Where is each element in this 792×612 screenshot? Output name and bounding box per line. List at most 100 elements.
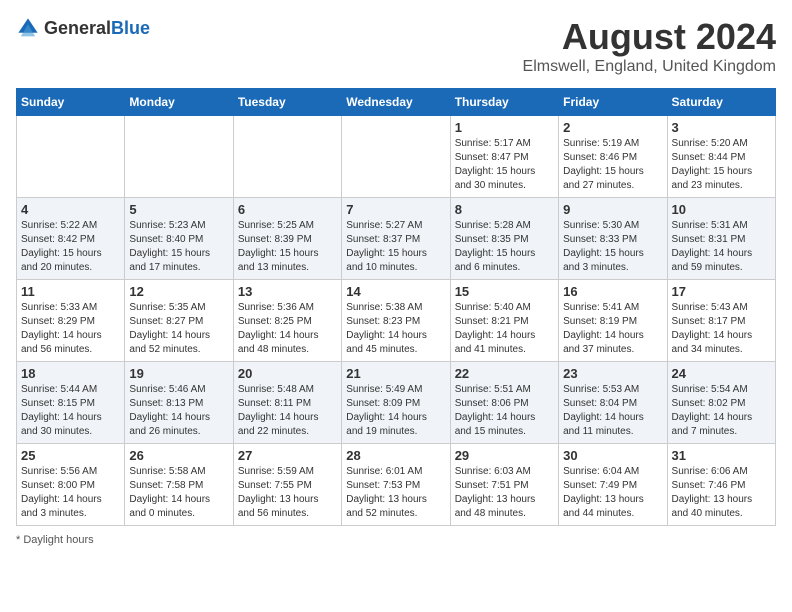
- calendar-cell: 18Sunrise: 5:44 AM Sunset: 8:15 PM Dayli…: [17, 362, 125, 444]
- day-number: 4: [21, 202, 120, 217]
- day-number: 10: [672, 202, 771, 217]
- day-number: 12: [129, 284, 228, 299]
- day-info: Sunrise: 5:46 AM Sunset: 8:13 PM Dayligh…: [129, 383, 228, 439]
- day-info: Sunrise: 5:58 AM Sunset: 7:58 PM Dayligh…: [129, 465, 228, 521]
- day-number: 19: [129, 366, 228, 381]
- calendar-cell: 11 Sunrise: 5:33 AM Sunset: 8:29 PM Dayli…: [17, 280, 125, 362]
- calendar-cell: 19 Sunrise: 5:46 AM Sunset: 8:13 PM Dayli…: [125, 362, 233, 444]
- day-info: Sunrise: 5:25 AM Sunset: 8:39 PM Dayligh…: [238, 219, 337, 275]
- day-number: 25: [21, 448, 120, 463]
- calendar-cell: 20Sunrise: 5:48 AM Sunset: 8:11 PM Dayli…: [233, 362, 341, 444]
- main-title: August 2024: [523, 16, 776, 58]
- calendar-cell: 16 Sunrise: 5:41 AM Sunset: 8:19 PM Dayli…: [559, 280, 667, 362]
- calendar-cell: 9 Sunrise: 5:30 AM Sunset: 8:33 PM Daylig…: [559, 198, 667, 280]
- title-area: August 2024 Elmswell, England, United Ki…: [523, 16, 776, 76]
- calendar-header-row: SundayMondayTuesdayWednesdayThursdayFrid…: [17, 89, 776, 116]
- day-number: 29: [455, 448, 554, 463]
- day-info: Sunrise: 5:22 AM Sunset: 8:42 PM Dayligh…: [21, 219, 120, 275]
- day-info: Sunrise: 6:01 AM Sunset: 7:53 PM Dayligh…: [346, 465, 445, 521]
- calendar-cell: 13 Sunrise: 5:36 AM Sunset: 8:25 PM Dayli…: [233, 280, 341, 362]
- calendar-cell: 22Sunrise: 5:51 AM Sunset: 8:06 PM Dayli…: [450, 362, 558, 444]
- day-info: Sunrise: 6:06 AM Sunset: 7:46 PM Dayligh…: [672, 465, 771, 521]
- day-number: 7: [346, 202, 445, 217]
- day-number: 14: [346, 284, 445, 299]
- calendar-week-row: 11 Sunrise: 5:33 AM Sunset: 8:29 PM Dayli…: [17, 280, 776, 362]
- day-info: Sunrise: 5:30 AM Sunset: 8:33 PM Dayligh…: [563, 219, 662, 275]
- day-info: Sunrise: 5:41 AM Sunset: 8:19 PM Dayligh…: [563, 301, 662, 357]
- day-info: Sunrise: 5:33 AM Sunset: 8:29 PM Dayligh…: [21, 301, 120, 357]
- day-info: Sunrise: 5:40 AM Sunset: 8:21 PM Dayligh…: [455, 301, 554, 357]
- logo-text-general: General: [44, 18, 111, 38]
- day-info: Sunrise: 5:59 AM Sunset: 7:55 PM Dayligh…: [238, 465, 337, 521]
- day-number: 5: [129, 202, 228, 217]
- calendar-cell: [125, 116, 233, 198]
- calendar-table: SundayMondayTuesdayWednesdayThursdayFrid…: [16, 88, 776, 526]
- day-info: Sunrise: 5:51 AM Sunset: 8:06 PM Dayligh…: [455, 383, 554, 439]
- day-info: Sunrise: 5:23 AM Sunset: 8:40 PM Dayligh…: [129, 219, 228, 275]
- day-number: 8: [455, 202, 554, 217]
- logo-text-blue: Blue: [111, 18, 150, 38]
- calendar-cell: [233, 116, 341, 198]
- day-info: Sunrise: 5:49 AM Sunset: 8:09 PM Dayligh…: [346, 383, 445, 439]
- calendar-cell: 24 Sunrise: 5:54 AM Sunset: 8:02 PM Dayli…: [667, 362, 775, 444]
- day-info: Sunrise: 5:53 AM Sunset: 8:04 PM Dayligh…: [563, 383, 662, 439]
- day-info: Sunrise: 6:03 AM Sunset: 7:51 PM Dayligh…: [455, 465, 554, 521]
- day-number: 15: [455, 284, 554, 299]
- calendar-cell: 12Sunrise: 5:35 AM Sunset: 8:27 PM Dayli…: [125, 280, 233, 362]
- day-number: 23: [563, 366, 662, 381]
- calendar-cell: 23 Sunrise: 5:53 AM Sunset: 8:04 PM Dayli…: [559, 362, 667, 444]
- calendar-cell: 10 Sunrise: 5:31 AM Sunset: 8:31 PM Dayli…: [667, 198, 775, 280]
- calendar-week-row: 25 Sunrise: 5:56 AM Sunset: 8:00 PM Dayli…: [17, 444, 776, 526]
- calendar-cell: 28Sunrise: 6:01 AM Sunset: 7:53 PM Dayli…: [342, 444, 450, 526]
- day-number: 30: [563, 448, 662, 463]
- day-number: 2: [563, 120, 662, 135]
- calendar-cell: 2 Sunrise: 5:19 AM Sunset: 8:46 PM Daylig…: [559, 116, 667, 198]
- day-info: Sunrise: 5:19 AM Sunset: 8:46 PM Dayligh…: [563, 137, 662, 193]
- calendar-cell: 26 Sunrise: 5:58 AM Sunset: 7:58 PM Dayli…: [125, 444, 233, 526]
- calendar-cell: 29 Sunrise: 6:03 AM Sunset: 7:51 PM Dayli…: [450, 444, 558, 526]
- calendar-week-row: 18Sunrise: 5:44 AM Sunset: 8:15 PM Dayli…: [17, 362, 776, 444]
- day-number: 9: [563, 202, 662, 217]
- calendar-cell: 8 Sunrise: 5:28 AM Sunset: 8:35 PM Daylig…: [450, 198, 558, 280]
- day-number: 17: [672, 284, 771, 299]
- day-info: Sunrise: 5:56 AM Sunset: 8:00 PM Dayligh…: [21, 465, 120, 521]
- calendar-cell: 1 Sunrise: 5:17 AM Sunset: 8:47 PM Daylig…: [450, 116, 558, 198]
- day-number: 6: [238, 202, 337, 217]
- calendar-cell: 14Sunrise: 5:38 AM Sunset: 8:23 PM Dayli…: [342, 280, 450, 362]
- calendar-cell: 15 Sunrise: 5:40 AM Sunset: 8:21 PM Dayli…: [450, 280, 558, 362]
- day-info: Sunrise: 5:28 AM Sunset: 8:35 PM Dayligh…: [455, 219, 554, 275]
- day-info: Sunrise: 5:48 AM Sunset: 8:11 PM Dayligh…: [238, 383, 337, 439]
- day-info: Sunrise: 5:31 AM Sunset: 8:31 PM Dayligh…: [672, 219, 771, 275]
- header: GeneralBlue August 2024 Elmswell, Englan…: [16, 16, 776, 76]
- day-number: 13: [238, 284, 337, 299]
- calendar-cell: 6 Sunrise: 5:25 AM Sunset: 8:39 PM Daylig…: [233, 198, 341, 280]
- day-number: 27: [238, 448, 337, 463]
- day-number: 26: [129, 448, 228, 463]
- calendar-cell: 3Sunrise: 5:20 AM Sunset: 8:44 PM Daylig…: [667, 116, 775, 198]
- logo-icon: [16, 16, 40, 40]
- day-number: 21: [346, 366, 445, 381]
- day-info: Sunrise: 5:17 AM Sunset: 8:47 PM Dayligh…: [455, 137, 554, 193]
- calendar-cell: 30 Sunrise: 6:04 AM Sunset: 7:49 PM Dayli…: [559, 444, 667, 526]
- calendar-week-row: 4 Sunrise: 5:22 AM Sunset: 8:42 PM Daylig…: [17, 198, 776, 280]
- day-number: 11: [21, 284, 120, 299]
- calendar-cell: 4 Sunrise: 5:22 AM Sunset: 8:42 PM Daylig…: [17, 198, 125, 280]
- calendar-cell: [17, 116, 125, 198]
- day-number: 16: [563, 284, 662, 299]
- calendar-cell: 21 Sunrise: 5:49 AM Sunset: 8:09 PM Dayli…: [342, 362, 450, 444]
- day-info: Sunrise: 6:04 AM Sunset: 7:49 PM Dayligh…: [563, 465, 662, 521]
- day-info: Sunrise: 5:54 AM Sunset: 8:02 PM Dayligh…: [672, 383, 771, 439]
- day-header-thursday: Thursday: [450, 89, 558, 116]
- logo: GeneralBlue: [16, 16, 150, 40]
- day-number: 1: [455, 120, 554, 135]
- day-header-friday: Friday: [559, 89, 667, 116]
- calendar-cell: 5 Sunrise: 5:23 AM Sunset: 8:40 PM Daylig…: [125, 198, 233, 280]
- day-info: Sunrise: 5:36 AM Sunset: 8:25 PM Dayligh…: [238, 301, 337, 357]
- day-header-saturday: Saturday: [667, 89, 775, 116]
- day-header-wednesday: Wednesday: [342, 89, 450, 116]
- day-number: 24: [672, 366, 771, 381]
- day-header-tuesday: Tuesday: [233, 89, 341, 116]
- calendar-cell: 31Sunrise: 6:06 AM Sunset: 7:46 PM Dayli…: [667, 444, 775, 526]
- footer-note: * Daylight hours: [16, 534, 776, 546]
- day-number: 18: [21, 366, 120, 381]
